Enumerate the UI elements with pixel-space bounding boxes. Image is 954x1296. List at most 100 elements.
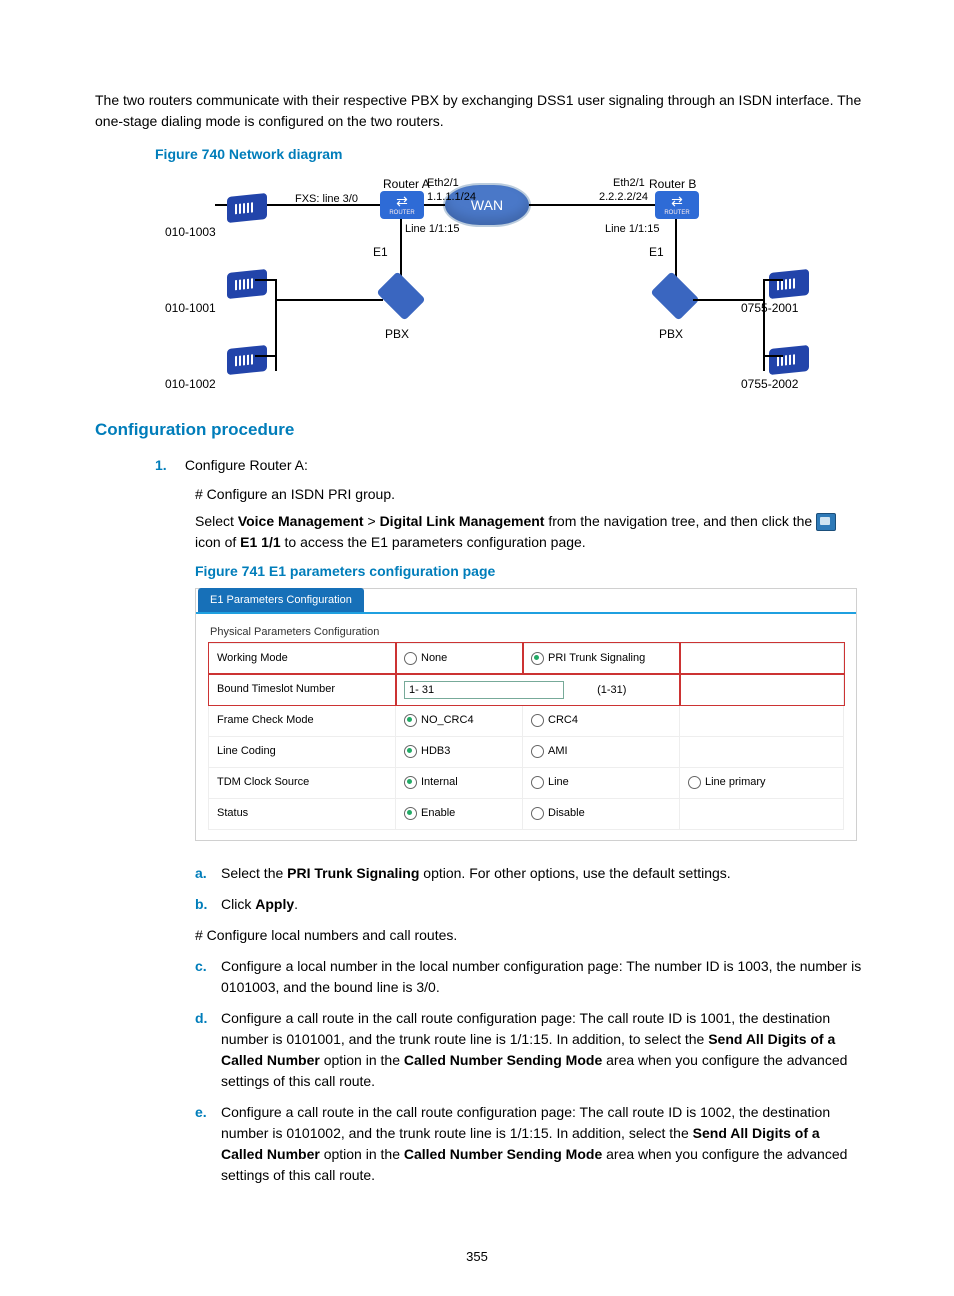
e1-11-bold: E1 1/1 [240, 534, 280, 550]
figure-741-caption: Figure 741 E1 parameters configuration p… [195, 561, 864, 582]
bound-value-cell: (1-31) [396, 674, 680, 705]
step-1: 1. Configure Router A: [155, 455, 864, 476]
step-1-text: Configure Router A: [185, 457, 308, 473]
radio-line[interactable] [531, 776, 544, 789]
select-suffix: from the navigation tree, and then click… [544, 513, 816, 529]
radio-pri-trunk[interactable] [531, 652, 544, 665]
panel-tabbar: E1 Parameters Configuration [196, 589, 856, 615]
phone-010-1003-label: 010-1003 [165, 223, 216, 241]
digital-link-mgmt-bold: Digital Link Management [380, 513, 545, 529]
edit-icon [816, 513, 836, 531]
e1-b-label: E1 [649, 243, 664, 261]
radio-line-primary[interactable] [688, 776, 701, 789]
gt-sep: > [364, 513, 380, 529]
hash-configure-isdn: # Configure an ISDN PRI group. [195, 484, 864, 505]
tdm-lineprimary-cell: Line primary [680, 767, 844, 798]
bound-label: Bound Timeslot Number [209, 674, 396, 705]
working-mode-empty [680, 643, 844, 674]
working-mode-none-cell: None [396, 643, 523, 674]
frame-empty [680, 705, 844, 736]
opt-crc4: CRC4 [548, 714, 578, 726]
pbx-b-icon [650, 271, 699, 320]
status-label: Status [209, 798, 396, 829]
radio-ami[interactable] [531, 745, 544, 758]
step-e-t2: option in the [320, 1146, 404, 1162]
network-diagram: WAN Router A Eth2/1 1.1.1.1/24 Router B … [155, 171, 795, 391]
ip-b-label: 2.2.2.2/24 [599, 189, 648, 206]
frame-crc4-cell: CRC4 [523, 705, 680, 736]
pbx-b-label: PBX [659, 325, 683, 343]
row-tdm-clock: TDM Clock Source Internal Line Line prim… [209, 767, 844, 798]
pbx-a-icon [376, 271, 425, 320]
working-mode-label: Working Mode [209, 643, 396, 674]
voice-management-bold: Voice Management [238, 513, 364, 529]
linecoding-label: Line Coding [209, 736, 396, 767]
phone-0755-2001-label: 0755-2001 [741, 299, 798, 317]
step-c: c. Configure a local number in the local… [195, 956, 864, 998]
router-b-icon [655, 191, 699, 219]
radio-enable[interactable] [404, 807, 417, 820]
line-b-label: Line 1/1:15 [605, 221, 659, 238]
e1-a-label: E1 [373, 243, 388, 261]
row-working-mode: Working Mode None PRI Trunk Signaling [209, 643, 844, 674]
step-d: d. Configure a call route in the call ro… [195, 1008, 864, 1092]
step-c-body: Configure a local number in the local nu… [221, 956, 864, 998]
linecoding-hdb3-cell: HDB3 [396, 736, 523, 767]
row-line-coding: Line Coding HDB3 AMI [209, 736, 844, 767]
opt-pri: PRI Trunk Signaling [548, 652, 645, 664]
step-1-body: # Configure an ISDN PRI group. Select Vo… [195, 484, 864, 841]
figure-740-caption: Figure 740 Network diagram [155, 144, 864, 165]
step-b-t1: Click [221, 896, 255, 912]
icon-suffix-1: icon of [195, 534, 240, 550]
step-d-body: Configure a call route in the call route… [221, 1008, 864, 1092]
section-configuration-procedure: Configuration procedure [95, 417, 864, 443]
step-b-body: Click Apply. [221, 894, 864, 915]
ip-a-label: 1.1.1.1/24 [427, 189, 476, 206]
line-a-label: Line 1/1:15 [405, 221, 459, 238]
opt-line-primary: Line primary [705, 776, 766, 788]
bound-empty [680, 674, 844, 705]
router-b-label: Router B [649, 175, 696, 193]
step-d-letter: d. [195, 1008, 221, 1092]
radio-none[interactable] [404, 652, 417, 665]
opt-internal: Internal [421, 776, 458, 788]
phone-010-1001-label: 010-1001 [165, 299, 216, 317]
row-status: Status Enable Disable [209, 798, 844, 829]
select-instruction: Select Voice Management > Digital Link M… [195, 511, 864, 553]
opt-disable: Disable [548, 807, 585, 819]
step-b: b. Click Apply. [195, 894, 864, 915]
lettered-steps: a. Select the PRI Trunk Signaling option… [195, 863, 864, 1186]
step-a-bold: PRI Trunk Signaling [287, 865, 419, 881]
linecoding-empty [680, 736, 844, 767]
radio-nocrc4[interactable] [404, 714, 417, 727]
bound-timeslot-input[interactable] [404, 681, 564, 699]
tdm-label: TDM Clock Source [209, 767, 396, 798]
router-a-label: Router A [383, 175, 430, 193]
radio-hdb3[interactable] [404, 745, 417, 758]
status-disable-cell: Disable [523, 798, 680, 829]
step-d-t2: option in the [320, 1052, 404, 1068]
status-enable-cell: Enable [396, 798, 523, 829]
opt-enable: Enable [421, 807, 455, 819]
radio-crc4[interactable] [531, 714, 544, 727]
step-e: e. Configure a call route in the call ro… [195, 1102, 864, 1186]
bound-range: (1-31) [597, 684, 626, 696]
icon-suffix-2: to access the E1 parameters configuratio… [281, 534, 586, 550]
radio-disable[interactable] [531, 807, 544, 820]
step-b-t2: . [294, 896, 298, 912]
row-bound-timeslot: Bound Timeslot Number (1-31) [209, 674, 844, 705]
step-e-letter: e. [195, 1102, 221, 1186]
fxs-label: FXS: line 3/0 [295, 191, 358, 208]
step-a-t2: option. For other options, use the defau… [419, 865, 730, 881]
tdm-internal-cell: Internal [396, 767, 523, 798]
opt-ami: AMI [548, 745, 568, 757]
e1-parameters-table: Working Mode None PRI Trunk Signaling Bo… [208, 643, 844, 830]
e1-parameters-panel: E1 Parameters Configuration Physical Par… [195, 588, 857, 841]
opt-hdb3: HDB3 [421, 745, 450, 757]
radio-internal[interactable] [404, 776, 417, 789]
step-e-b2: Called Number Sending Mode [404, 1146, 602, 1162]
status-empty [680, 798, 844, 829]
step-e-body: Configure a call route in the call route… [221, 1102, 864, 1186]
tdm-line-cell: Line [523, 767, 680, 798]
e1-parameters-tab[interactable]: E1 Parameters Configuration [198, 588, 364, 613]
